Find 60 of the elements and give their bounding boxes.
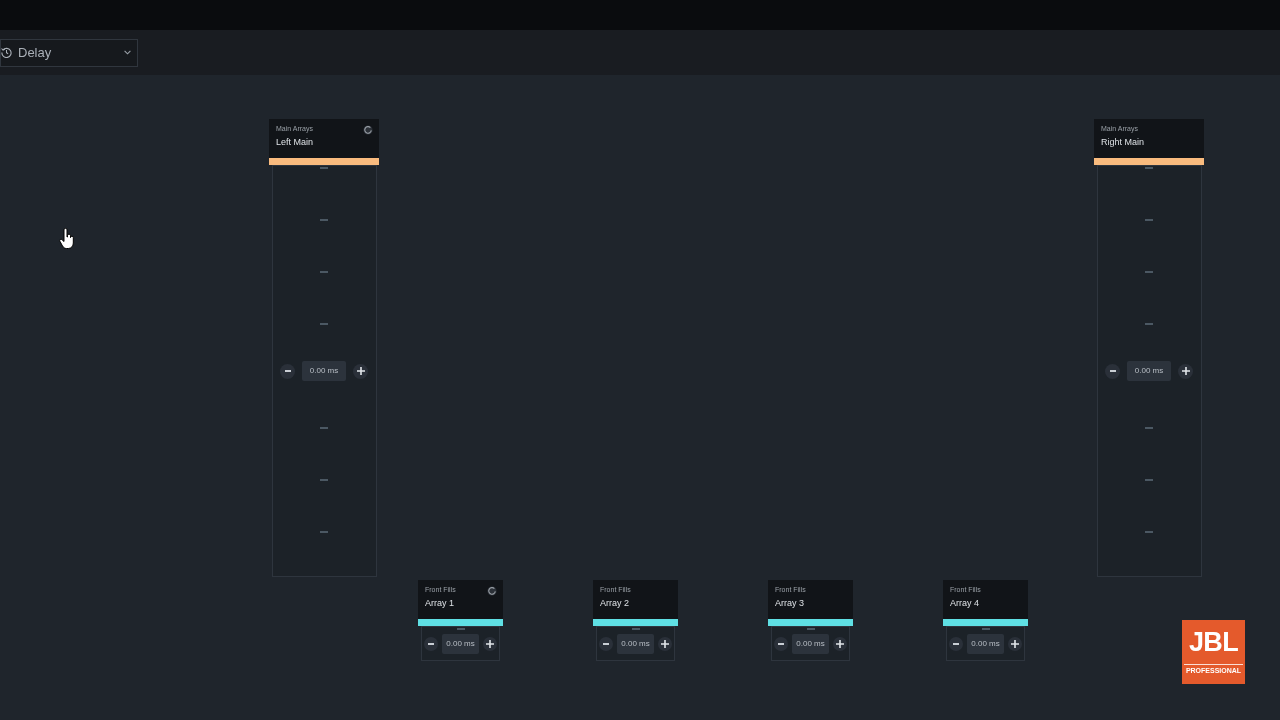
- minus-icon: [284, 370, 291, 372]
- tick-mark: [1145, 531, 1153, 533]
- tick-mark: [1145, 479, 1153, 481]
- tick-mark: [320, 531, 328, 533]
- increase-button[interactable]: [658, 637, 672, 651]
- tick-mark: [320, 323, 328, 325]
- delay-field[interactable]: 0.00 ms: [302, 361, 346, 381]
- decrease-button[interactable]: [599, 637, 613, 651]
- minus-icon: [428, 643, 434, 645]
- tick-mark: [320, 271, 328, 273]
- tick-mark: [631, 628, 640, 630]
- minus-icon: [778, 643, 784, 645]
- decrease-button[interactable]: [1105, 363, 1120, 379]
- tick-mark: [320, 479, 328, 481]
- tick-mark: [806, 628, 815, 630]
- decrease-button[interactable]: [949, 637, 963, 651]
- delay-field[interactable]: 0.00 ms: [1127, 361, 1171, 381]
- delay-field[interactable]: 0.00 ms: [967, 634, 1004, 654]
- view-dropdown[interactable]: Delay: [0, 38, 138, 67]
- delay-field[interactable]: 0.00 ms: [792, 634, 829, 654]
- delay-field[interactable]: 0.00 ms: [442, 634, 479, 654]
- decrease-button[interactable]: [774, 637, 788, 651]
- increase-button[interactable]: [353, 363, 368, 379]
- logo-wordmark: JBL: [1189, 627, 1238, 657]
- tick-mark: [1145, 427, 1153, 429]
- tick-mark: [456, 628, 465, 630]
- output-name: Array 4: [950, 597, 980, 609]
- output-name: Array 1: [425, 597, 455, 609]
- tick-mark: [1145, 323, 1153, 325]
- tick-mark: [320, 427, 328, 429]
- plus-icon: [486, 640, 494, 648]
- tick-mark: [320, 219, 328, 221]
- output-name: Right Main: [1101, 136, 1146, 148]
- chevron-down-icon: [124, 50, 131, 55]
- plus-icon: [1011, 640, 1019, 648]
- tick-mark: [1145, 219, 1153, 221]
- output-name: Array 2: [600, 597, 630, 609]
- tick-mark: [1145, 271, 1153, 273]
- output-name: Left Main: [276, 136, 315, 148]
- increase-button[interactable]: [1008, 637, 1022, 651]
- plus-icon: [1181, 367, 1190, 375]
- minus-icon: [953, 643, 959, 645]
- clock-icon: [1, 47, 12, 58]
- plus-icon: [356, 367, 365, 375]
- delay-field[interactable]: 0.00 ms: [617, 634, 654, 654]
- increase-button[interactable]: [1178, 363, 1193, 379]
- minus-icon: [1109, 370, 1116, 372]
- plus-icon: [836, 640, 844, 648]
- decrease-button[interactable]: [424, 637, 438, 651]
- minus-icon: [603, 643, 609, 645]
- tick-mark: [981, 628, 990, 630]
- dropdown-value: Delay: [18, 44, 52, 61]
- plus-icon: [661, 640, 669, 648]
- tick-mark: [320, 167, 328, 169]
- decrease-button[interactable]: [280, 363, 295, 379]
- hand-cursor-icon: [59, 228, 75, 250]
- increase-button[interactable]: [483, 637, 497, 651]
- tick-mark: [1145, 167, 1153, 169]
- increase-button[interactable]: [833, 637, 847, 651]
- output-name: Array 3: [775, 597, 805, 609]
